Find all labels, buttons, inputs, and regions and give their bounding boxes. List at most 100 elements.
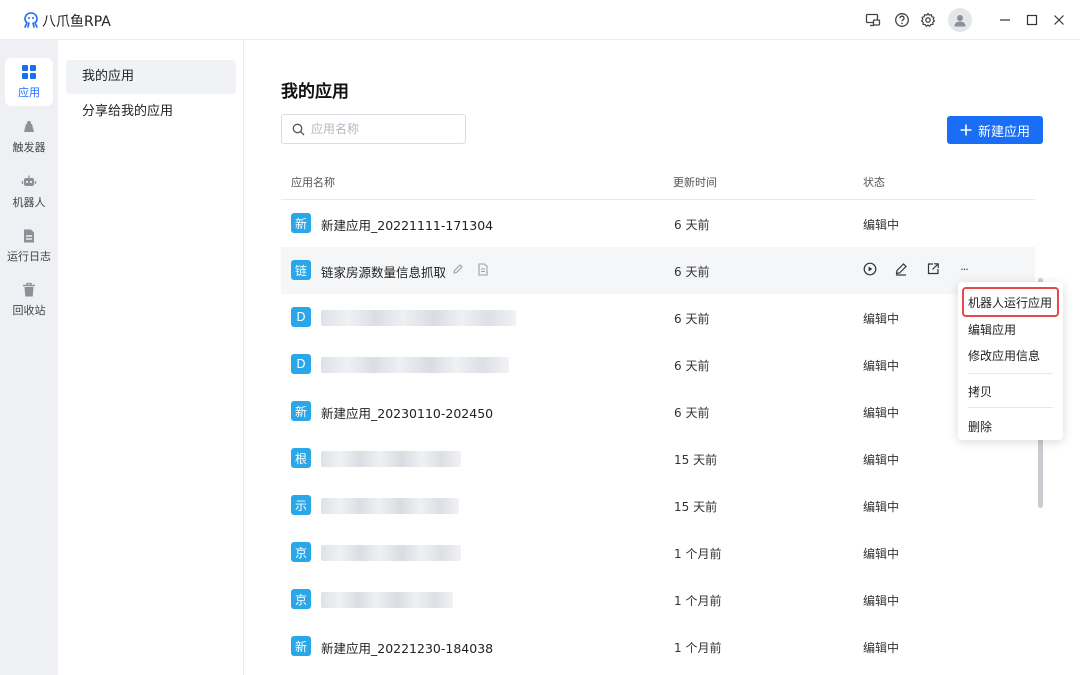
updated-time-cell: 6 天前: [674, 312, 710, 326]
updated-time-cell: 6 天前: [674, 265, 710, 279]
column-header-status: 状态: [863, 176, 885, 189]
blurred-app-name: [321, 498, 459, 514]
updated-time-cell: 6 天前: [674, 406, 710, 420]
menu-item-modify-info[interactable]: 修改应用信息: [968, 347, 1040, 364]
table-row[interactable]: 链 链家房源数量信息抓取 6 天前 ···: [281, 247, 1035, 294]
trigger-icon: [24, 121, 34, 132]
help-icon[interactable]: [893, 11, 911, 29]
app-name-cell[interactable]: 新建应用_20221111-171304: [321, 215, 493, 234]
menu-item-delete[interactable]: 删除: [968, 418, 992, 435]
app-badge: D: [291, 307, 311, 327]
status-cell: 编辑中: [863, 594, 900, 608]
minimize-icon[interactable]: [996, 11, 1014, 29]
subnav-my-apps[interactable]: 我的应用: [66, 60, 236, 94]
updated-time-cell: 15 天前: [674, 500, 718, 514]
blurred-app-name: [321, 545, 461, 561]
menu-item-copy[interactable]: 拷贝: [968, 383, 992, 400]
app-name: 八爪鱼RPA: [42, 14, 111, 30]
rail-label: 应用: [18, 86, 40, 99]
table-row[interactable]: 根 15 天前 编辑中: [281, 435, 1035, 482]
app-badge: 京: [291, 589, 311, 609]
status-cell: 编辑中: [863, 312, 900, 326]
new-app-label: 新建应用: [977, 124, 1030, 140]
table-row[interactable]: 新 新建应用_20221230-184038 1 个月前 编辑中: [281, 623, 1035, 670]
blurred-app-name: [321, 592, 453, 608]
menu-item-robot-run[interactable]: 机器人运行应用: [968, 294, 1052, 311]
settings-gear-icon[interactable]: [919, 11, 937, 29]
page-title: 我的应用: [281, 82, 349, 102]
user-icon: [954, 15, 966, 27]
rail-item-trash[interactable]: 回收站: [5, 276, 53, 324]
robot-icon: [21, 175, 37, 186]
rail-item-robot[interactable]: 机器人: [5, 168, 53, 216]
column-header-name: 应用名称: [291, 176, 335, 189]
blurred-app-name: [321, 451, 461, 467]
search-icon: [292, 123, 305, 135]
search-input[interactable]: [311, 122, 461, 136]
screen-chat-icon[interactable]: [864, 11, 882, 29]
menu-divider: [968, 407, 1053, 408]
subnav-shared-apps[interactable]: 分享给我的应用: [66, 95, 236, 129]
rename-pencil-icon[interactable]: [450, 261, 466, 277]
status-cell: 编辑中: [863, 641, 900, 655]
run-play-icon[interactable]: [862, 261, 878, 277]
rail-item-logs[interactable]: 运行日志: [5, 222, 53, 270]
row-actions-menu: 机器人运行应用 编辑应用 修改应用信息 拷贝 删除: [958, 282, 1063, 440]
status-cell: 编辑中: [863, 500, 900, 514]
blurred-app-name: [321, 310, 516, 326]
updated-time-cell: 6 天前: [674, 218, 710, 232]
app-badge: D: [291, 354, 311, 374]
menu-divider: [968, 373, 1053, 374]
table-row[interactable]: 新 新建应用_20221111-171304 6 天前 编辑中: [281, 200, 1035, 247]
table-row[interactable]: 京 1 个月前 编辑中: [281, 576, 1035, 623]
app-badge: 京: [291, 542, 311, 562]
rail-label: 机器人: [12, 196, 46, 209]
octopus-logo-icon: [24, 12, 38, 28]
document-icon[interactable]: [475, 261, 491, 277]
table-row[interactable]: D 6 天前 编辑中: [281, 294, 1035, 341]
close-icon[interactable]: [1050, 11, 1068, 29]
status-cell: 编辑中: [863, 453, 900, 467]
app-badge: 链: [291, 260, 311, 280]
app-badge: 新: [291, 636, 311, 656]
updated-time-cell: 1 个月前: [674, 594, 722, 608]
status-cell: 编辑中: [863, 547, 900, 561]
status-cell: 编辑中: [863, 218, 900, 232]
updated-time-cell: 15 天前: [674, 453, 718, 467]
table-row[interactable]: 示 15 天前 编辑中: [281, 482, 1035, 529]
rail-item-apps[interactable]: 应用: [5, 58, 53, 106]
user-avatar[interactable]: [948, 8, 972, 32]
apps-grid-icon: [22, 65, 36, 79]
updated-time-cell: 1 个月前: [674, 641, 722, 655]
blurred-app-name: [321, 357, 509, 373]
app-name-cell[interactable]: 链家房源数量信息抓取: [321, 262, 446, 281]
app-badge: 新: [291, 401, 311, 421]
status-cell: 编辑中: [863, 359, 900, 373]
maximize-icon[interactable]: [1023, 11, 1041, 29]
rail-label: 回收站: [12, 304, 46, 317]
menu-item-edit[interactable]: 编辑应用: [968, 321, 1016, 338]
app-badge: 根: [291, 448, 311, 468]
sub-nav: 我的应用 分享给我的应用: [58, 40, 244, 675]
rail-item-trigger[interactable]: 触发器: [5, 113, 53, 161]
plus-icon: [960, 124, 972, 136]
rail-label: 触发器: [12, 141, 46, 154]
app-name-cell[interactable]: 新建应用_20221230-184038: [321, 638, 493, 657]
open-external-icon[interactable]: [925, 261, 941, 277]
table-row[interactable]: 新 新建应用_20230110-202450 6 天前 编辑中: [281, 388, 1035, 435]
updated-time-cell: 6 天前: [674, 359, 710, 373]
main-content: 我的应用 新建应用 应用名称 更新时间 状态 新 新建应用_20221111-1…: [244, 40, 1080, 675]
new-app-button[interactable]: 新建应用: [947, 116, 1043, 144]
trash-icon: [23, 282, 35, 297]
table-row[interactable]: 京 1 个月前 编辑中: [281, 529, 1035, 576]
title-bar: 八爪鱼RPA: [0, 0, 1080, 40]
table-header: 应用名称 更新时间 状态: [281, 164, 1035, 200]
edit-pencil-icon[interactable]: [893, 261, 909, 277]
app-name-cell[interactable]: 新建应用_20230110-202450: [321, 403, 493, 422]
search-box[interactable]: [281, 114, 466, 144]
more-icon[interactable]: ···: [956, 261, 972, 277]
rail-label: 运行日志: [7, 250, 51, 263]
table-row[interactable]: D 6 天前 编辑中: [281, 341, 1035, 388]
log-icon: [24, 229, 34, 243]
updated-time-cell: 1 个月前: [674, 547, 722, 561]
